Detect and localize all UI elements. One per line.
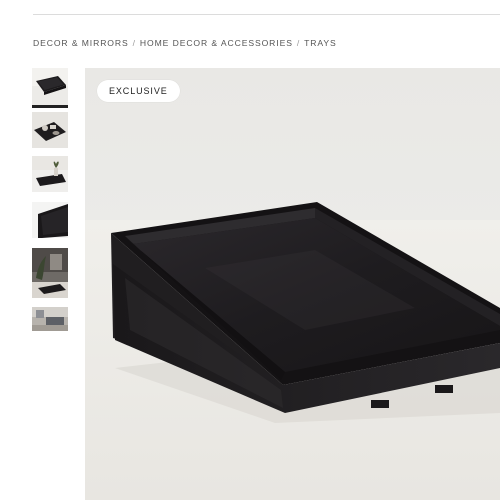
breadcrumb-separator: / — [296, 38, 301, 48]
thumbnail-2[interactable] — [32, 112, 68, 148]
exclusive-badge: EXCLUSIVE — [97, 80, 180, 102]
thumbnail-3[interactable] — [32, 156, 68, 192]
thumbnail-4[interactable] — [32, 202, 68, 238]
tray-with-plant-thumbnail-icon — [32, 156, 68, 192]
living-room-thumbnail-icon — [32, 307, 68, 331]
breadcrumb-home-decor-accessories[interactable]: HOME DECOR & ACCESSORIES — [140, 38, 293, 48]
breadcrumb-trays[interactable]: TRAYS — [304, 38, 337, 48]
tray-with-items-thumbnail-icon — [32, 112, 68, 148]
thumbnail-5[interactable] — [32, 248, 68, 298]
thumbnail-1[interactable] — [32, 68, 68, 108]
breadcrumb-decor-mirrors[interactable]: DECOR & MIRRORS — [33, 38, 129, 48]
room-scene-thumbnail-icon — [32, 248, 68, 298]
tray-closeup-thumbnail-icon — [32, 202, 68, 238]
black-lacquer-tray-image-icon — [85, 68, 500, 500]
thumbnail-6[interactable] — [32, 307, 68, 331]
breadcrumb: DECOR & MIRRORS / HOME DECOR & ACCESSORIES… — [33, 38, 337, 48]
tray-thumbnail-icon — [32, 68, 68, 108]
header-divider — [33, 14, 500, 15]
main-product-image[interactable] — [85, 68, 500, 500]
breadcrumb-separator: / — [132, 38, 136, 48]
